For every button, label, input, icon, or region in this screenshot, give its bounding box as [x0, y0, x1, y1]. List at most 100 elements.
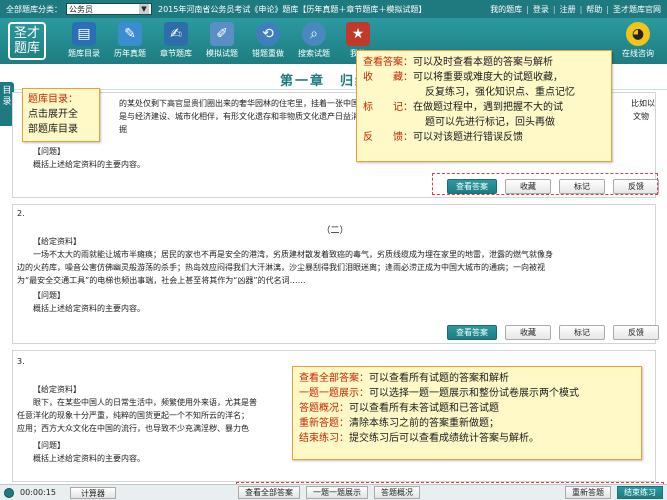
bank-title: 2015年河南省公务员考试《申论》题库【历年真题＋章节题库＋模拟试题】: [158, 4, 427, 14]
q3-question-text: 概括上述给定资料的主要内容。: [33, 454, 145, 463]
q3-number: 3.: [17, 357, 25, 366]
tooltip-key: 查看答案：: [363, 57, 413, 68]
tooltip-key: 题库目录：: [28, 94, 78, 105]
q1-text-e: 掘: [119, 125, 127, 134]
link-official-site[interactable]: 圣才题库官网: [609, 4, 665, 15]
q1-text-b: 比如以: [631, 99, 655, 108]
q3-question-label: 【问题】: [33, 441, 65, 450]
toolbar-catalog[interactable]: ▤ 题库目录: [60, 20, 108, 62]
q2-para-3: 为“最安全交通工具”的电梯也频出事端，社会上甚至将其作为“凶器”的代名词……: [17, 276, 306, 285]
tooltip-value: 可以及时查看本题的答案与解析: [413, 57, 553, 68]
bottom-bar: 00:00:15 计算器 查看全部答案 一题一题展示 答题概况 重新答题 结束练…: [0, 484, 667, 500]
q3-para-2: 任意洋化的现象十分严重，纯粹的国货更起一个不知所云的洋名；: [17, 411, 249, 420]
toolbar-online-consult[interactable]: ◕ 在线咨询: [612, 20, 664, 62]
link-separator: |: [552, 4, 556, 14]
action-buttons-highlight: [432, 173, 658, 195]
clock-icon: [4, 487, 14, 498]
toolbar-mock-test[interactable]: ✐ 模拟试题: [198, 20, 246, 62]
toolbar-label: 历年真题: [114, 49, 146, 58]
tooltip-row: 标 记： 在做题过程中，遇到把握不大的试: [363, 100, 605, 115]
tooltip-row: 查看答案： 可以及时查看本题的答案与解析: [363, 55, 605, 70]
q2-para-2: 边的火药库，噪音公害仿佛幽灵般游荡的杀手；热岛效应闷得我们大汗淋漓，沙尘暴刮得我…: [17, 263, 545, 272]
tooltip-continuation: 反复练习，强化知识点、重点记忆: [425, 87, 575, 98]
q1-question-label: 【问题】: [33, 147, 65, 156]
tooltip-row: 反 馈： 可以对该题进行错误反馈: [363, 130, 605, 145]
tooltip-row: 答题概况： 可以查看所有未答试题和已答试题: [299, 401, 635, 416]
link-register[interactable]: 注册: [556, 4, 580, 15]
exam-paper-icon: ✎: [118, 22, 142, 46]
link-my-bank[interactable]: 我的题库: [486, 4, 526, 15]
category-select-value: 公务员: [69, 4, 93, 14]
feedback-button[interactable]: 反馈: [613, 325, 659, 340]
tooltip-row: 收 藏： 可以将重要或难度大的试题收藏，: [363, 70, 605, 85]
tooltip-value: 可以查看所有试题的答案和解析: [369, 373, 509, 384]
tooltip-value: 可以选择一题一题展示和整份试卷展示两个模式: [369, 388, 579, 399]
q2-question-text: 概括上述给定资料的主要内容。: [33, 304, 145, 313]
view-all-answers-button[interactable]: 查看全部答案: [238, 486, 300, 499]
q2-material-label: 【给定资料】: [33, 237, 81, 246]
search-icon: ⌕: [302, 22, 326, 46]
toolbar-label: 搜索试题: [298, 49, 330, 58]
question-block-2: 2. （二） 【给定资料】 一场不太大的雨就能让城市半瘫痪；居民的家也不再是安全…: [12, 204, 659, 344]
tooltip-value: 在做题过程中，遇到把握不大的试: [413, 102, 563, 113]
q2-action-buttons: 查看答案 收藏 标记 反馈: [447, 325, 659, 340]
restart-button[interactable]: 重新答题: [565, 486, 611, 499]
tooltip-value: 可以对该题进行错误反馈: [413, 132, 523, 143]
tooltip-continuation: 题可以先进行标记，回头再做: [425, 117, 555, 128]
tooltip-catalog: 题库目录： 点击展开全 部题库目录: [22, 88, 100, 142]
toolbar-past-exams[interactable]: ✎ 历年真题: [106, 20, 154, 62]
category-label: 全部题库分类：: [6, 4, 62, 14]
collect-button[interactable]: 收藏: [505, 325, 551, 340]
tooltip-key: 结束练习：: [299, 433, 349, 444]
link-login[interactable]: 登录: [529, 4, 553, 15]
q1-question-text: 概括上述给定资料的主要内容。: [33, 160, 145, 169]
tooltip-key: 反 馈：: [363, 132, 413, 143]
toolbar-label: 章节题库: [160, 49, 192, 58]
tooltip-row: 一题一题展示： 可以选择一题一题展示和整份试卷展示两个模式: [299, 386, 635, 401]
tooltip-row: 结束练习： 提交练习后可以查看成绩统计答案与解析。: [299, 431, 635, 446]
bottom-center-buttons: 查看全部答案 一题一题展示 答题概况: [238, 486, 420, 499]
category-select[interactable]: 公务员 ▼: [66, 3, 152, 15]
toolbar-chapter-bank[interactable]: ✍ 章节题库: [152, 20, 200, 62]
catalog-icon: ▤: [72, 22, 96, 46]
link-separator: |: [526, 4, 529, 14]
tooltip-value: 清除本练习之前的答案重新做题；: [349, 418, 499, 429]
toolbar-search[interactable]: ⌕ 搜索试题: [290, 20, 338, 62]
q2-para-1: 一场不太大的雨就能让城市半瘫痪；居民的家也不再是安全的港湾，劣质建材散发着致癌的…: [33, 250, 553, 259]
top-bar: 全部题库分类： 公务员 ▼ 2015年河南省公务员考试《申论》题库【历年真题＋章…: [0, 0, 667, 18]
answer-overview-button[interactable]: 答题概况: [374, 486, 420, 499]
tooltip-value: 可以查看所有未答试题和已答试题: [349, 403, 499, 414]
tooltip-line: 点击展开全: [28, 109, 78, 120]
my-icon: ★: [346, 22, 370, 46]
tooltip-key: 一题一题展示：: [299, 388, 369, 399]
toolbar-label: 模拟试题: [206, 49, 238, 58]
calculator-button[interactable]: 计算器: [69, 486, 116, 499]
link-separator: |: [606, 4, 609, 14]
chapter-book-icon: ✍: [164, 22, 188, 46]
mark-button[interactable]: 标记: [559, 325, 605, 340]
toolbar-label: 错题重做: [252, 49, 284, 58]
bottom-right-buttons: 重新答题 结束练习: [565, 486, 663, 499]
logo-line1: 圣才: [13, 26, 40, 41]
tooltip-value: 提交练习后可以查看成绩统计答案与解析。: [349, 433, 539, 444]
link-separator: |: [579, 4, 583, 14]
q2-number: 2.: [17, 209, 25, 218]
tooltip-key: 标 记：: [363, 102, 413, 113]
tooltip-key: 答题概况：: [299, 403, 349, 414]
tooltip-key: 重新答题：: [299, 418, 349, 429]
view-answer-button[interactable]: 查看答案: [447, 325, 497, 340]
one-by-one-button[interactable]: 一题一题展示: [306, 486, 368, 499]
toolbar-redo-wrong[interactable]: ⟲ 错题重做: [244, 20, 292, 62]
link-help[interactable]: 帮助: [582, 4, 606, 15]
q3-material-label: 【给定资料】: [33, 385, 81, 394]
tooltip-key: 查看全部答案：: [299, 373, 369, 384]
toolbar-label: 在线咨询: [622, 49, 654, 58]
q3-para-3: 应用；西方大众文化在中国的流行，也导致不少充满淫秽、暴力色: [17, 424, 249, 433]
tooltip-value: 可以将重要或难度大的试题收藏，: [413, 72, 563, 83]
tooltip-bottom-actions: 查看全部答案： 可以查看所有试题的答案和解析 一题一题展示： 可以选择一题一题展示和…: [292, 366, 642, 460]
toolbar-label: 题库目录: [68, 49, 100, 58]
qq-penguin-icon: ◕: [626, 22, 650, 46]
tooltip-line: 部题库目录: [28, 124, 78, 135]
finish-practice-button[interactable]: 结束练习: [617, 486, 663, 499]
tooltip-key: 收 藏：: [363, 72, 413, 83]
